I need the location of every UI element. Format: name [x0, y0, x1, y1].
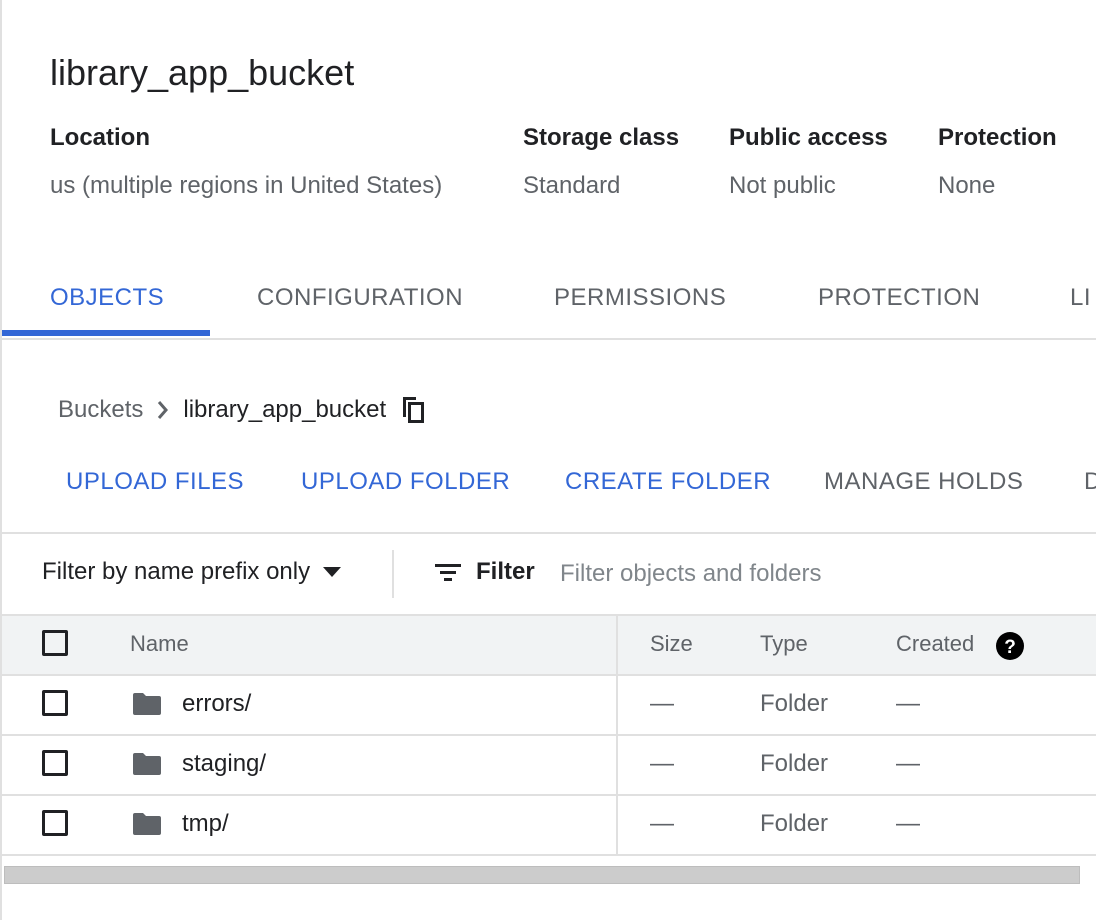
column-divider: [616, 796, 618, 854]
caret-down-icon: [322, 566, 342, 578]
select-all-checkbox[interactable]: [42, 630, 68, 656]
meta-protection-value: None: [938, 172, 996, 199]
column-divider: [616, 616, 618, 674]
row-name[interactable]: tmp/: [182, 810, 229, 838]
row-size: —: [650, 690, 674, 717]
folder-icon: [132, 752, 162, 781]
column-divider: [616, 676, 618, 734]
upload-files-button[interactable]: UPLOAD FILES: [66, 468, 244, 496]
meta-location-label: Location: [50, 124, 150, 151]
row-name[interactable]: errors/: [182, 690, 251, 718]
filter-button[interactable]: Filter: [434, 558, 535, 586]
manage-holds-button[interactable]: MANAGE HOLDS: [824, 468, 1023, 496]
svg-text:?: ?: [1004, 637, 1016, 658]
breadcrumb: Buckets library_app_bucket: [58, 394, 426, 426]
divider: [2, 532, 1096, 534]
meta-location-value: us (multiple regions in United States): [50, 172, 443, 199]
table-row[interactable]: staging/ — Folder —: [2, 736, 1096, 796]
folder-icon: [132, 812, 162, 841]
filter-mode-label: Filter by name prefix only: [42, 558, 311, 585]
row-type: Folder: [760, 750, 829, 777]
row-checkbox[interactable]: [42, 810, 68, 836]
column-divider: [616, 736, 618, 794]
tab-protection[interactable]: PROTECTION: [818, 284, 980, 312]
chevron-right-icon: [143, 399, 183, 421]
bucket-details-page: library_app_bucket Location us (multiple…: [0, 0, 1096, 920]
copy-icon[interactable]: [400, 395, 426, 425]
filter-input[interactable]: [560, 556, 1080, 592]
table-header: Name Size Type Created ?: [2, 614, 1096, 676]
breadcrumb-buckets-link[interactable]: Buckets: [58, 396, 143, 424]
row-size: —: [650, 810, 674, 837]
meta-public-access-value: Not public: [729, 172, 836, 199]
tab-bar: OBJECTS CONFIGURATION PERMISSIONS PROTEC…: [0, 262, 1096, 340]
row-name[interactable]: staging/: [182, 750, 266, 778]
table-row[interactable]: errors/ — Folder —: [2, 676, 1096, 736]
tab-objects[interactable]: OBJECTS: [50, 284, 164, 312]
active-tab-indicator: [2, 330, 210, 336]
column-header-type[interactable]: Type: [760, 631, 808, 657]
column-header-size[interactable]: Size: [650, 631, 693, 657]
folder-icon: [132, 692, 162, 721]
filter-list-icon: [434, 561, 462, 583]
page-title: library_app_bucket: [50, 52, 355, 93]
meta-storage-class-label: Storage class: [523, 124, 680, 151]
meta-protection-label: Protection: [938, 124, 1057, 151]
table-row[interactable]: tmp/ — Folder —: [2, 796, 1096, 856]
breadcrumb-current: library_app_bucket: [183, 396, 387, 423]
tab-permissions[interactable]: PERMISSIONS: [554, 284, 726, 312]
horizontal-scrollbar[interactable]: [4, 866, 1080, 884]
filter-mode-dropdown[interactable]: Filter by name prefix only: [42, 558, 342, 586]
filter-button-label: Filter: [476, 558, 535, 585]
row-created: —: [896, 810, 920, 837]
tab-configuration[interactable]: CONFIGURATION: [257, 284, 463, 312]
help-icon[interactable]: ?: [996, 632, 1024, 665]
row-type: Folder: [760, 810, 829, 837]
create-folder-button[interactable]: CREATE FOLDER: [565, 468, 771, 496]
meta-public-access-label: Public access: [729, 124, 888, 151]
meta-storage-class-value: Standard: [523, 172, 621, 199]
upload-folder-button[interactable]: UPLOAD FOLDER: [301, 468, 510, 496]
tab-lifecycle-truncated[interactable]: LI: [1070, 284, 1091, 312]
row-created: —: [896, 750, 920, 777]
column-header-name[interactable]: Name: [130, 631, 189, 657]
delete-button-truncated[interactable]: D: [1084, 468, 1096, 496]
filter-separator: [392, 550, 394, 598]
row-created: —: [896, 690, 920, 717]
column-header-created[interactable]: Created: [896, 631, 974, 657]
row-type: Folder: [760, 690, 829, 717]
row-checkbox[interactable]: [42, 690, 68, 716]
row-size: —: [650, 750, 674, 777]
row-checkbox[interactable]: [42, 750, 68, 776]
objects-table: Name Size Type Created ? errors/ — Folde…: [2, 614, 1096, 856]
